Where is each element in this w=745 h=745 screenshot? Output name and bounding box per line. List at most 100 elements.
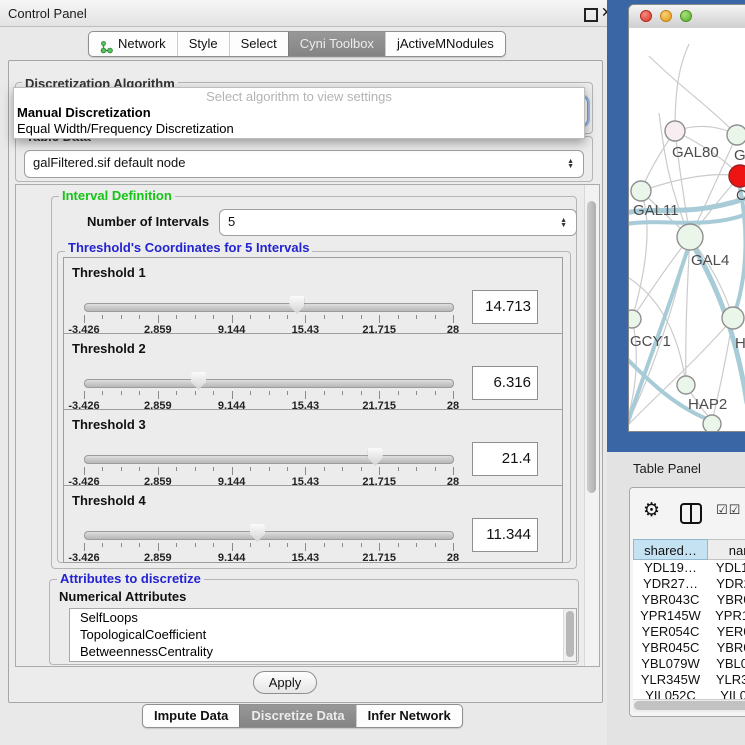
- threshold-2-row: Threshold 2 -3.4262.8599.14415.4321.7152…: [63, 333, 563, 411]
- settings-vertical-scrollbar[interactable]: [584, 185, 599, 666]
- table-cell[interactable]: YBR043C: [633, 592, 708, 608]
- node-red-selected[interactable]: [729, 165, 745, 187]
- interval-definition-group-label: Interval Definition: [59, 188, 175, 203]
- node-gcy1[interactable]: [629, 310, 641, 328]
- table-data-combobox-value: galFiltered.sif default node: [33, 155, 185, 170]
- node-label-clipped-ga: GA: [734, 147, 745, 164]
- table-row[interactable]: YBR043CYBR043C: [633, 592, 745, 608]
- table-data-combobox[interactable]: galFiltered.sif default node ▲▼: [24, 150, 584, 178]
- network-window-titlebar[interactable]: [629, 5, 745, 29]
- node-gal4[interactable]: [677, 224, 703, 250]
- tab-discretize-data[interactable]: Discretize Data: [239, 705, 355, 727]
- table-cell[interactable]: YBR045C: [633, 640, 708, 656]
- threshold-2-slider-track[interactable]: [84, 379, 454, 388]
- network-desktop: GAL80 GA C GAL11 GAL4 GCY1 H HAP2: [607, 0, 745, 452]
- table-cell[interactable]: YBL079W: [708, 656, 745, 672]
- numerical-attribute-item[interactable]: SelfLoops: [70, 609, 576, 626]
- table-row[interactable]: YPR145WYPR145W: [633, 608, 745, 624]
- threshold-3-value-field[interactable]: 21.4: [472, 442, 538, 476]
- table-cell[interactable]: YER054C: [708, 624, 745, 640]
- network-view-window[interactable]: GAL80 GA C GAL11 GAL4 GCY1 H HAP2: [628, 4, 745, 432]
- node-label-clipped-h: H: [735, 335, 745, 352]
- scrollbar-thumb[interactable]: [634, 701, 745, 710]
- table-cell[interactable]: YBL079W: [633, 656, 708, 672]
- table-cell[interactable]: YLR345W: [708, 672, 745, 688]
- gear-icon[interactable]: ⚙: [643, 499, 660, 522]
- threshold-3-row: Threshold 3 -3.4262.8599.14415.4321.7152…: [63, 409, 563, 487]
- combo-stepper-icon: ▲▼: [567, 159, 574, 169]
- column-layout-icon[interactable]: [680, 503, 702, 524]
- select-columns-icon[interactable]: ☑☑: [716, 502, 741, 518]
- table-cell[interactable]: YDL19…: [633, 560, 708, 576]
- table-cell[interactable]: YDR277C: [708, 576, 745, 592]
- slider-tick-label: 9.144: [218, 552, 246, 564]
- table-cell[interactable]: YLR345W: [633, 672, 708, 688]
- float-window-icon[interactable]: [584, 8, 598, 22]
- table-row[interactable]: YDL19…YDL194W: [633, 560, 745, 576]
- algorithm-option-manual[interactable]: Manual Discretization: [14, 105, 584, 121]
- close-traffic-light[interactable]: [640, 10, 652, 22]
- combo-stepper-icon: ▲▼: [560, 218, 567, 228]
- column-header-shared-name[interactable]: shared…: [633, 539, 708, 560]
- slider-tick-label: 15.43: [292, 552, 320, 564]
- tab-style[interactable]: Style: [177, 32, 229, 56]
- numerical-attributes-list[interactable]: SelfLoopsTopologicalCoefficientBetweenne…: [69, 608, 577, 662]
- numerical-attribute-item[interactable]: BetweennessCentrality: [70, 643, 576, 660]
- table-cell[interactable]: YDL194W: [708, 560, 745, 576]
- network-nodes[interactable]: [629, 121, 745, 431]
- table-panel-title: Table Panel: [633, 461, 701, 476]
- tab-network[interactable]: Network: [89, 32, 177, 56]
- node-gal80[interactable]: [665, 121, 685, 141]
- tab-jactivemnodules[interactable]: jActiveMNodules: [385, 32, 505, 56]
- table-row[interactable]: YER054CYER054C: [633, 624, 745, 640]
- threshold-4-slider-track[interactable]: [84, 531, 454, 540]
- scrollbar-thumb[interactable]: [587, 201, 596, 493]
- threshold-1-value-field[interactable]: 14.713: [472, 290, 538, 324]
- attributes-group-label: Attributes to discretize: [57, 571, 204, 586]
- minimize-traffic-light[interactable]: [660, 10, 672, 22]
- attributes-list-scrollbar[interactable]: [563, 609, 576, 661]
- algorithm-option-equal-width[interactable]: Equal Width/Frequency Discretization: [14, 121, 584, 137]
- scrollbar-thumb[interactable]: [566, 611, 574, 657]
- network-canvas[interactable]: GAL80 GA C GAL11 GAL4 GCY1 H HAP2: [629, 28, 745, 431]
- control-panel-titlebar: Control Panel ✕: [0, 0, 607, 27]
- threshold-4-value-field[interactable]: 11.344: [472, 518, 538, 552]
- threshold-1-row: Threshold 1 -3.4262.8599.14415.4321.7152…: [63, 257, 563, 335]
- zoom-traffic-light[interactable]: [680, 10, 692, 22]
- tab-select[interactable]: Select: [229, 32, 288, 56]
- table-cell[interactable]: YPR145W: [708, 608, 745, 624]
- table-row[interactable]: YBR045CYBR045C: [633, 640, 745, 656]
- numerical-attribute-item[interactable]: TopologicalCoefficient: [70, 626, 576, 643]
- table-row[interactable]: YLR345WYLR345W: [633, 672, 745, 688]
- tab-infer-network[interactable]: Infer Network: [356, 705, 462, 727]
- threshold-4-row: Threshold 4 -3.4262.8599.14415.4321.7152…: [63, 485, 563, 563]
- threshold-2-value-field[interactable]: 6.316: [472, 366, 538, 400]
- node-label-gcy1: GCY1: [630, 333, 671, 350]
- node-hap2[interactable]: [677, 376, 695, 394]
- table-cell[interactable]: YDR27…: [633, 576, 708, 592]
- node-h[interactable]: [722, 307, 744, 329]
- tab-network-label: Network: [118, 32, 166, 56]
- threshold-1-slider-ticks: [84, 315, 453, 324]
- column-header-name[interactable]: name: [708, 539, 745, 560]
- node-label-gal4: GAL4: [691, 252, 729, 269]
- number-of-intervals-combobox[interactable]: 5 ▲▼: [219, 209, 577, 236]
- table-cell[interactable]: YBR043C: [708, 592, 745, 608]
- node-clipped-bottom[interactable]: [703, 415, 721, 431]
- threshold-1-slider-track[interactable]: [84, 303, 454, 312]
- table-cell[interactable]: YER054C: [633, 624, 708, 640]
- table-row[interactable]: YDR27…YDR277C: [633, 576, 745, 592]
- tab-impute-data[interactable]: Impute Data: [143, 705, 239, 727]
- node-gal11[interactable]: [631, 181, 651, 201]
- network-graph: GAL80 GA C GAL11 GAL4 GCY1 H HAP2: [629, 28, 745, 431]
- threshold-3-slider-track[interactable]: [84, 455, 454, 464]
- control-panel-title: Control Panel: [8, 6, 87, 21]
- tab-cyni-toolbox[interactable]: Cyni Toolbox: [288, 32, 385, 56]
- table-horizontal-scrollbar[interactable]: [633, 699, 745, 712]
- table-cell[interactable]: YPR145W: [633, 608, 708, 624]
- apply-button[interactable]: Apply: [253, 671, 317, 694]
- node-clipped-top-right[interactable]: [727, 125, 745, 145]
- table-cell[interactable]: YBR045C: [708, 640, 745, 656]
- table-row[interactable]: YBL079WYBL079W: [633, 656, 745, 672]
- table-rows: YDL19…YDL194WYDR27…YDR277CYBR043CYBR043C…: [633, 560, 745, 704]
